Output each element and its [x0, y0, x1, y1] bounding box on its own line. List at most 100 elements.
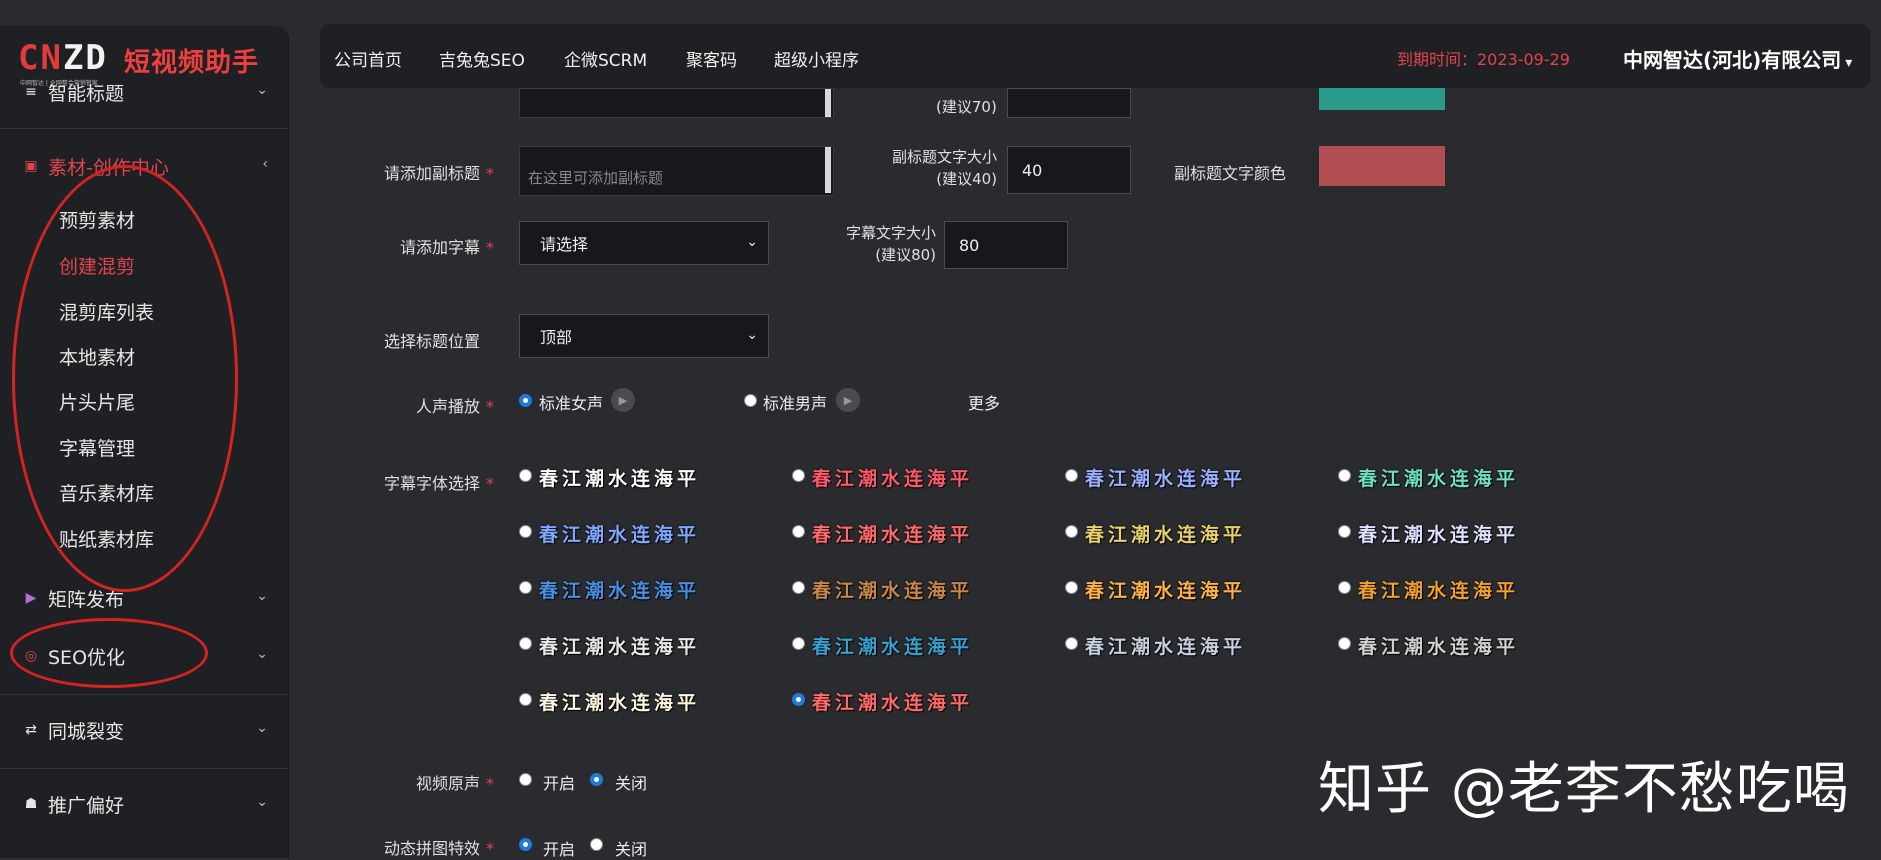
caption-size-input[interactable]: 80 — [944, 221, 1068, 269]
nav-item-code[interactable]: 聚客码 — [686, 46, 737, 71]
font-sample: 春江潮水连海平 — [539, 468, 701, 490]
title-size-input[interactable] — [1007, 88, 1131, 118]
font-option-radio[interactable] — [1065, 469, 1078, 482]
subtitle-color-label: 副标题文字颜色 — [1174, 164, 1287, 183]
voice-male-radio[interactable] — [744, 394, 757, 407]
orig-audio-on-radio[interactable] — [519, 773, 532, 786]
font-label: 字幕字体选择 * — [384, 474, 495, 493]
play-icon[interactable]: ▶ — [836, 388, 860, 412]
caption-label: 请添加字幕 * — [400, 238, 495, 257]
font-sample: 春江潮水连海平 — [1085, 580, 1247, 602]
font-option-radio[interactable] — [792, 581, 805, 594]
chevron-down-icon: ⌄ — [746, 234, 758, 250]
chevron-down-icon: ⌄ — [256, 588, 268, 604]
font-sample: 春江潮水连海平 — [1358, 580, 1520, 602]
title-color-swatch[interactable] — [1319, 88, 1445, 110]
caption-select[interactable]: 请选择 ⌄ — [519, 221, 769, 265]
caption-size-label: 字幕文字大小 (建议80) — [846, 224, 937, 264]
font-option-radio[interactable] — [792, 469, 805, 482]
font-option-radio[interactable] — [1065, 581, 1078, 594]
font-sample: 春江潮水连海平 — [1085, 524, 1247, 546]
font-sample: 春江潮水连海平 — [539, 580, 701, 602]
font-sample: 春江潮水连海平 — [1358, 524, 1520, 546]
annotation-ellipse — [10, 618, 208, 688]
font-option-radio[interactable] — [1338, 525, 1351, 538]
chevron-down-icon: ▾ — [1845, 55, 1853, 71]
font-option-radio[interactable] — [519, 469, 532, 482]
title-pos-label: 选择标题位置 — [384, 332, 481, 351]
font-sample: 春江潮水连海平 — [1358, 636, 1520, 658]
voice-more-link[interactable]: 更多 — [968, 390, 1000, 414]
font-option-radio[interactable] — [519, 581, 532, 594]
voice-label: 人声播放 * — [416, 397, 495, 416]
matrix-icon: ▶ — [25, 590, 37, 606]
puzzle-on-label: 开启 — [543, 840, 576, 859]
orig-audio-label: 视频原声 * — [416, 774, 495, 793]
company-menu[interactable]: 中网智达(河北)有限公司 ▾ — [1623, 44, 1852, 73]
nav-item-seo[interactable]: 吉兔兔SEO — [439, 46, 525, 71]
font-option-radio[interactable] — [1338, 637, 1351, 650]
sidebar-item-label: 同城裂变 — [48, 720, 125, 743]
puzzle-off-radio[interactable] — [590, 838, 603, 851]
puzzle-on-radio[interactable] — [519, 838, 532, 851]
font-sample: 春江潮水连海平 — [539, 636, 701, 658]
sidebar-item-city[interactable]: ⇄ 同城裂变 ⌄ — [0, 710, 288, 750]
chevron-down-icon: ⌄ — [256, 646, 268, 662]
font-option-radio[interactable] — [792, 637, 805, 650]
main-form: (建议70) 请添加副标题 * 在这里可添加副标题 副标题文字大小 (建议40) … — [320, 88, 1881, 859]
font-option-radio[interactable] — [792, 525, 805, 538]
font-sample: 春江潮水连海平 — [812, 636, 974, 658]
font-option-radio[interactable] — [792, 693, 805, 706]
annotation-ellipse — [12, 165, 238, 592]
font-option-radio[interactable] — [1338, 469, 1351, 482]
font-sample: 春江潮水连海平 — [812, 692, 974, 714]
font-option-radio[interactable] — [1065, 637, 1078, 650]
font-sample: 春江潮水连海平 — [539, 524, 701, 546]
title-input[interactable] — [519, 88, 834, 118]
font-option-radio[interactable] — [1338, 581, 1351, 594]
subtitle-label: 请添加副标题 * — [384, 164, 495, 183]
orig-audio-off-radio[interactable] — [590, 773, 603, 786]
divider — [0, 128, 288, 129]
top-nav-bar: 公司首页 吉兔兔SEO 企微SCRM 聚客码 超级小程序 到期时间：2023-0… — [320, 24, 1870, 88]
chevron-left-icon: ‹ — [262, 156, 268, 172]
nav-item-scrm[interactable]: 企微SCRM — [564, 46, 647, 71]
sidebar-item-promo[interactable]: ☗ 推广偏好 ⌄ — [0, 784, 288, 824]
chevron-down-icon: ⌄ — [746, 327, 758, 343]
scrollbar[interactable] — [825, 89, 831, 117]
scrollbar[interactable] — [825, 147, 831, 193]
sidebar-item-label: 推广偏好 — [48, 794, 125, 817]
chevron-down-icon: ⌄ — [256, 720, 268, 736]
voice-female-radio[interactable] — [519, 394, 532, 407]
share-icon: ⇄ — [25, 722, 37, 738]
nav-item-miniapp[interactable]: 超级小程序 — [774, 46, 859, 71]
orig-audio-on-label: 开启 — [543, 774, 576, 793]
puzzle-off-label: 关闭 — [615, 840, 648, 859]
divider — [0, 694, 288, 695]
chevron-down-icon: ⌄ — [256, 82, 268, 98]
title-size-suggest: (建议70) — [936, 98, 997, 116]
font-option-radio[interactable] — [519, 693, 532, 706]
font-sample: 春江潮水连海平 — [1085, 636, 1247, 658]
subtitle-color-swatch[interactable] — [1319, 146, 1445, 186]
play-icon[interactable]: ▶ — [611, 388, 635, 412]
subtitle-size-input[interactable]: 40 — [1007, 146, 1131, 194]
divider — [0, 768, 288, 769]
font-sample: 春江潮水连海平 — [812, 468, 974, 490]
font-option-radio[interactable] — [1065, 525, 1078, 538]
font-sample: 春江潮水连海平 — [812, 524, 974, 546]
title-pos-select[interactable]: 顶部 ⌄ — [519, 314, 769, 358]
font-sample: 春江潮水连海平 — [1085, 468, 1247, 490]
subtitle-size-label: 副标题文字大小 (建议40) — [892, 148, 998, 188]
font-sample: 春江潮水连海平 — [539, 692, 701, 714]
sidebar-item-smart-title[interactable]: ≡ 智能标题 ⌄ — [0, 72, 288, 112]
nav-item-home[interactable]: 公司首页 — [334, 46, 402, 71]
font-option-radio[interactable] — [519, 637, 532, 650]
orig-audio-off-label: 关闭 — [615, 774, 648, 793]
font-option-radio[interactable] — [519, 525, 532, 538]
robot-icon: ☗ — [24, 796, 38, 812]
puzzle-label: 动态拼图特效 * — [384, 839, 495, 858]
sidebar-item-label: 智能标题 — [48, 82, 125, 105]
subtitle-input[interactable]: 在这里可添加副标题 — [519, 146, 834, 196]
font-sample: 春江潮水连海平 — [812, 580, 974, 602]
